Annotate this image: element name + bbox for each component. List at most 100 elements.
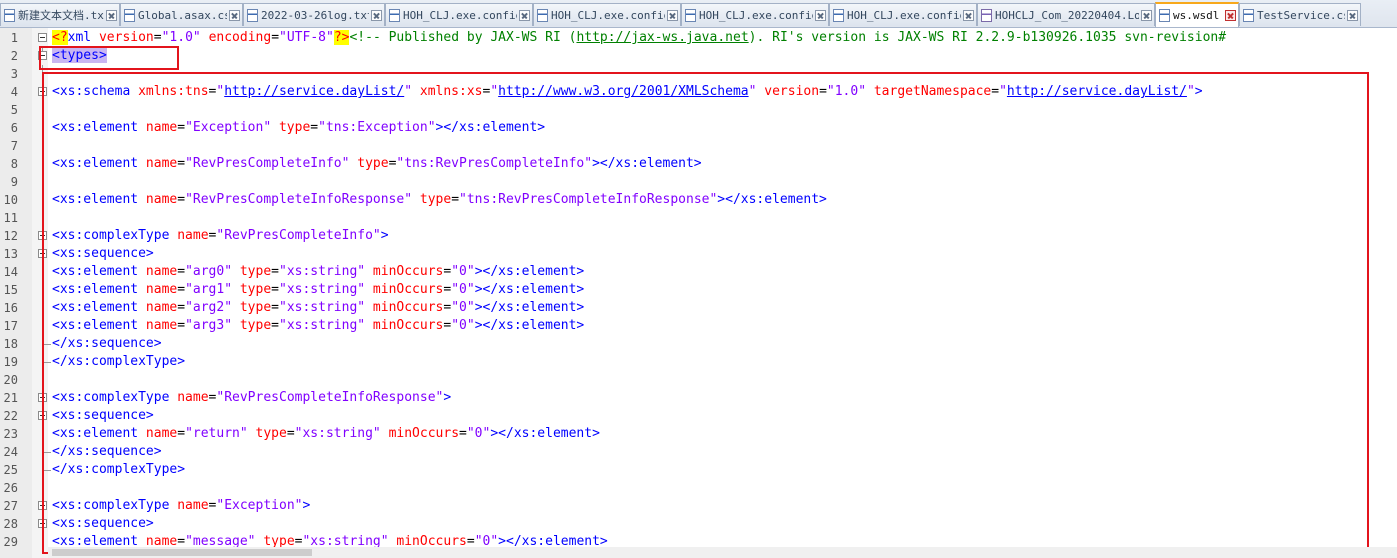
fold-guide bbox=[42, 173, 43, 191]
code-line[interactable]: 21 <xs:complexType name="RevPresCompleteI… bbox=[0, 389, 1397, 407]
tab-ws-wsdl[interactable]: ws.wsdl bbox=[1155, 2, 1239, 27]
code-line[interactable]: 15 <xs:element name="arg1" type="xs:strin… bbox=[0, 281, 1397, 299]
fold-collapse-icon[interactable] bbox=[38, 519, 47, 528]
code-token: = bbox=[271, 282, 279, 297]
code-text: <xs:sequence> bbox=[52, 245, 154, 263]
close-icon[interactable] bbox=[815, 9, 826, 21]
code-line[interactable]: 22 <xs:sequence> bbox=[0, 407, 1397, 425]
code-token: minOccurs bbox=[372, 318, 444, 333]
code-line[interactable]: 23 <xs:element name="return" type="xs:str… bbox=[0, 425, 1397, 443]
scrollbar-thumb[interactable] bbox=[52, 549, 312, 556]
code-line[interactable]: 27 <xs:complexType name="Exception"> bbox=[0, 497, 1397, 515]
code-token: = bbox=[177, 426, 186, 441]
code-line[interactable]: 16 <xs:element name="arg2" type="xs:strin… bbox=[0, 299, 1397, 317]
line-number: 27 bbox=[3, 499, 18, 513]
code-token: <? bbox=[52, 30, 68, 45]
code-line[interactable]: 17 <xs:element name="arg3" type="xs:strin… bbox=[0, 317, 1397, 335]
close-icon[interactable] bbox=[1225, 10, 1236, 21]
line-number: 5 bbox=[10, 103, 18, 117]
fold-collapse-icon[interactable] bbox=[38, 501, 47, 510]
code-token: "arg1" bbox=[185, 282, 240, 297]
code-token: " bbox=[1186, 84, 1195, 99]
line-number: 29 bbox=[3, 535, 18, 549]
code-line[interactable]: 8 <xs:element name="RevPresCompleteInfo" … bbox=[0, 155, 1397, 173]
code-token: <xs:sequence> bbox=[52, 408, 154, 423]
code-line[interactable]: 3 bbox=[0, 65, 1397, 83]
code-token: version bbox=[764, 84, 820, 99]
close-icon[interactable] bbox=[229, 9, 240, 21]
code-text: <xs:element name="RevPresCompleteInfoRes… bbox=[52, 191, 827, 209]
close-icon[interactable] bbox=[963, 9, 974, 21]
tab-new-text-document[interactable]: 新建文本文档.txt bbox=[0, 3, 120, 26]
code-line[interactable]: 26 bbox=[0, 479, 1397, 497]
code-token: xmlns:xs bbox=[419, 84, 483, 99]
code-line[interactable]: 5 bbox=[0, 101, 1397, 119]
code-line[interactable]: 11 bbox=[0, 209, 1397, 227]
tab-hoh-clj-config-2[interactable]: HOH_CLJ.exe.config bbox=[533, 3, 681, 26]
tab-hoh-clj-config-4[interactable]: HOH_CLJ.exe.config bbox=[829, 3, 977, 26]
code-line[interactable]: 20 bbox=[0, 371, 1397, 389]
tab-testservice-cs[interactable]: TestService.cs bbox=[1239, 3, 1361, 26]
close-icon[interactable] bbox=[1141, 9, 1152, 21]
code-token: = bbox=[177, 300, 186, 315]
code-line[interactable]: 19 </xs:complexType> bbox=[0, 353, 1397, 371]
code-token: "1.0" bbox=[826, 84, 874, 99]
code-token: </xs:sequence> bbox=[52, 444, 162, 459]
code-line[interactable]: 7 bbox=[0, 137, 1397, 155]
code-line[interactable]: 25 </xs:complexType> bbox=[0, 461, 1397, 479]
close-icon[interactable] bbox=[1347, 9, 1358, 21]
fold-collapse-icon[interactable] bbox=[38, 231, 47, 240]
code-line[interactable]: 12 <xs:complexType name="RevPresCompleteI… bbox=[0, 227, 1397, 245]
code-line[interactable]: 14 <xs:element name="arg0" type="xs:strin… bbox=[0, 263, 1397, 281]
tab-global-asax-cs[interactable]: Global.asax.cs bbox=[120, 3, 243, 26]
fold-guide bbox=[42, 281, 43, 299]
code-line[interactable]: 24 </xs:sequence> bbox=[0, 443, 1397, 461]
tab-label: HOH_CLJ.exe.config bbox=[403, 8, 517, 22]
tab-hohclj-com-log[interactable]: HOHCLJ_Com_20220404.Log bbox=[977, 3, 1155, 26]
code-line[interactable]: 9 bbox=[0, 173, 1397, 191]
fold-collapse-icon[interactable] bbox=[38, 51, 47, 60]
tab-label: TestService.cs bbox=[1257, 8, 1345, 22]
text-file-icon bbox=[247, 8, 258, 22]
tab-log-2022-03-26[interactable]: 2022-03-26log.txt bbox=[243, 3, 385, 26]
code-token: "1.0" bbox=[161, 30, 201, 45]
code-line[interactable]: 1 <?xml version="1.0" encoding="UTF-8"?><… bbox=[0, 29, 1397, 47]
code-token: > bbox=[1194, 84, 1203, 99]
fold-collapse-icon[interactable] bbox=[38, 411, 47, 420]
code-token: "tns:RevPresCompleteInfoResponse" bbox=[459, 192, 718, 207]
fold-guide bbox=[42, 227, 43, 231]
code-text: <xs:sequence> bbox=[52, 407, 154, 425]
fold-collapse-icon[interactable] bbox=[38, 33, 47, 42]
code-token: name bbox=[145, 192, 178, 207]
fold-collapse-icon[interactable] bbox=[38, 393, 47, 402]
tab-hoh-clj-config-1[interactable]: HOH_CLJ.exe.config bbox=[385, 3, 533, 26]
code-text: <xs:schema xmlns:tns="http://service.day… bbox=[52, 83, 1203, 101]
code-line[interactable]: 13 <xs:sequence> bbox=[0, 245, 1397, 263]
close-icon[interactable] bbox=[106, 9, 117, 21]
fold-collapse-icon[interactable] bbox=[38, 87, 47, 96]
close-icon[interactable] bbox=[371, 9, 382, 21]
tab-hoh-clj-config-3[interactable]: HOH_CLJ.exe.config bbox=[681, 3, 829, 26]
code-line[interactable]: 18 </xs:sequence> bbox=[0, 335, 1397, 353]
code-line[interactable]: 6 <xs:element name="Exception" type="tns:… bbox=[0, 119, 1397, 137]
code-token: type bbox=[278, 120, 311, 135]
code-line[interactable]: 10 <xs:element name="RevPresCompleteInfoR… bbox=[0, 191, 1397, 209]
code-token: name bbox=[145, 156, 178, 171]
code-line[interactable]: 4 <xs:schema xmlns:tns="http://service.da… bbox=[0, 83, 1397, 101]
code-token: <xs:element bbox=[52, 192, 146, 207]
code-token: encoding bbox=[208, 30, 272, 45]
tab-bar: 新建文本文档.txt Global.asax.cs 2022-03-26log.… bbox=[0, 0, 1397, 28]
code-text: </xs:complexType> bbox=[52, 461, 185, 479]
horizontal-scrollbar[interactable] bbox=[48, 547, 1397, 558]
text-file-icon bbox=[833, 8, 844, 22]
line-number: 2 bbox=[10, 49, 18, 63]
fold-end-marker bbox=[42, 461, 51, 471]
line-number: 4 bbox=[10, 85, 18, 99]
code-line[interactable]: 2 <types> bbox=[0, 47, 1397, 65]
code-token: minOccurs bbox=[372, 300, 444, 315]
line-number: 10 bbox=[3, 193, 18, 207]
close-icon[interactable] bbox=[667, 9, 678, 21]
code-line[interactable]: 28 <xs:sequence> bbox=[0, 515, 1397, 533]
close-icon[interactable] bbox=[519, 9, 530, 21]
fold-collapse-icon[interactable] bbox=[38, 249, 47, 258]
